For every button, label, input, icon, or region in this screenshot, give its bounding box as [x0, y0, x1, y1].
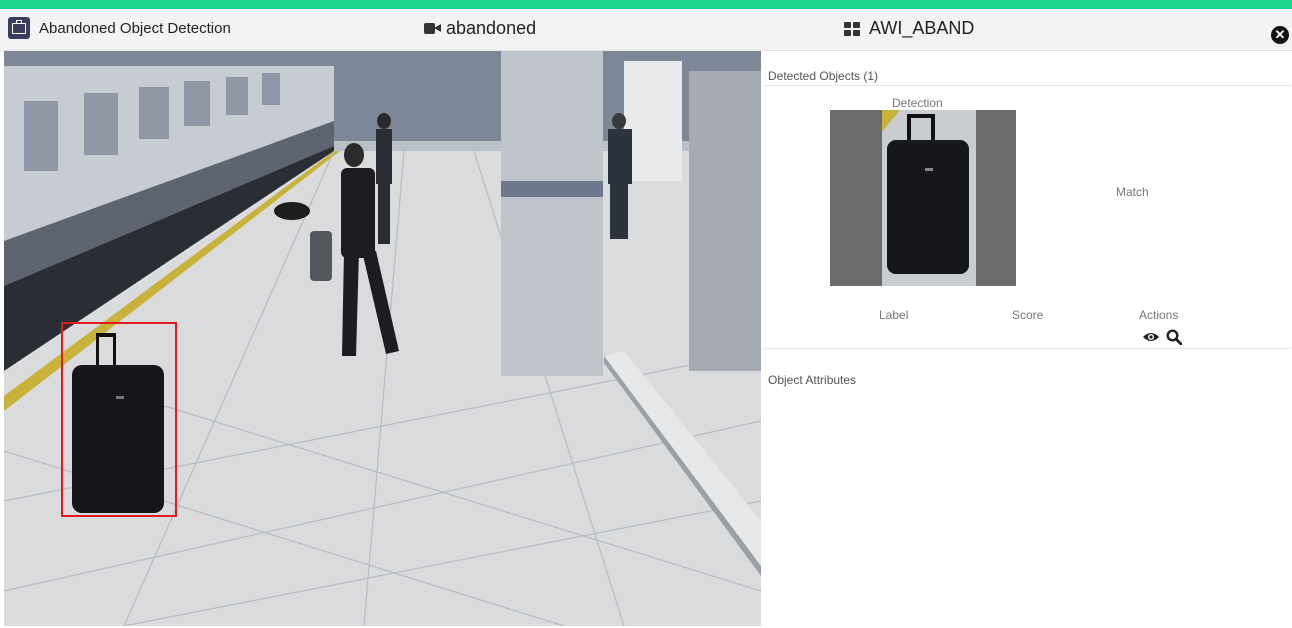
score-column-header: Score [1012, 308, 1044, 322]
app-title: Abandoned Object Detection [39, 20, 231, 37]
detection-thumbnail[interactable] [830, 110, 1016, 286]
suitcase-thumbnail-image [830, 110, 1016, 286]
video-frame [4, 51, 761, 626]
camera-name: abandoned [446, 18, 537, 38]
group-selector[interactable]: AWI_ABAND [844, 18, 974, 39]
actions-column-header: Actions [1139, 308, 1179, 322]
header-bar: Abandoned Object Detection abandoned AWI… [0, 9, 1292, 51]
close-icon[interactable]: ✕ [1271, 26, 1289, 44]
row-actions [1142, 329, 1182, 345]
detection-column-header: Detection [892, 96, 943, 110]
detection-bounding-box[interactable] [61, 322, 177, 517]
group-name: AWI_ABAND [869, 18, 975, 38]
top-accent-bar [0, 0, 1292, 9]
detected-objects-title: Detected Objects (1) [768, 69, 879, 83]
grid-icon [844, 21, 860, 36]
camera-selector[interactable]: abandoned [424, 18, 536, 39]
divider [763, 85, 1291, 86]
object-attributes-title: Object Attributes [768, 373, 857, 387]
side-panel: Detected Objects (1) Detection Match Lab… [763, 51, 1291, 626]
label-column-header: Label [879, 308, 909, 322]
briefcase-icon [8, 17, 30, 39]
divider [763, 348, 1291, 349]
match-column-header: Match [1116, 185, 1149, 199]
video-camera-icon [424, 23, 441, 34]
eye-icon[interactable] [1142, 331, 1160, 343]
search-icon[interactable] [1166, 329, 1182, 345]
